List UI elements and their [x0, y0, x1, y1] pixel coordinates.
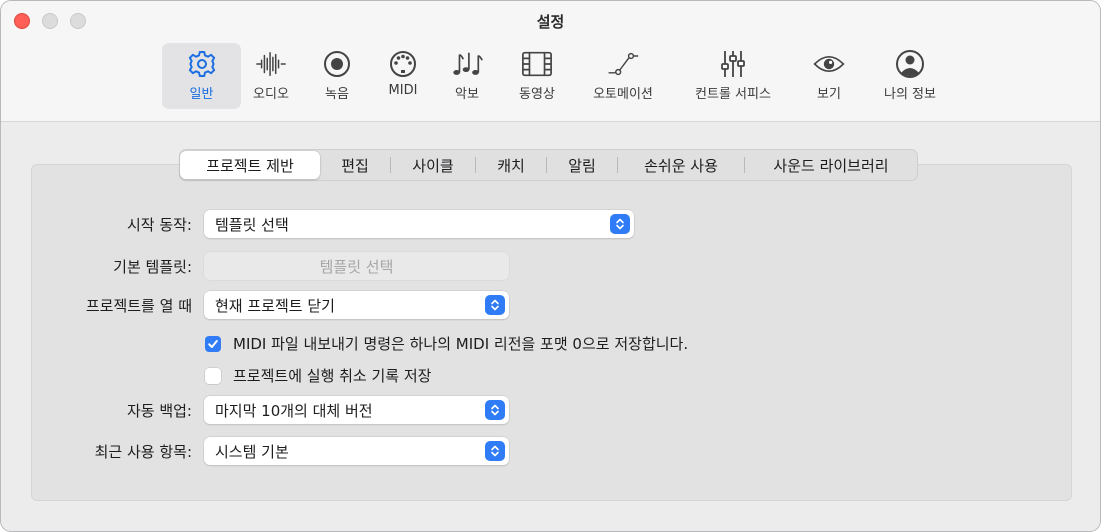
preferences-window: 설정 일반 오디오 녹음 MIDI 악보 동영상 오토메이션 컨트롤 서피스 보… [0, 0, 1101, 532]
popup-stepper-icon [485, 400, 505, 420]
record-icon [321, 49, 353, 79]
film-icon [521, 49, 553, 79]
recent-items-value: 시스템 기본 [215, 442, 289, 461]
tab-cycle[interactable]: 사이클 [391, 150, 475, 180]
toolbar-label-movie: 동영상 [519, 87, 555, 102]
person-icon [894, 49, 926, 79]
midi-export-label: MIDI 파일 내보내기 명령은 하나의 MIDI 리전을 포맷 0으로 저장합… [233, 335, 689, 353]
toolbar-item-general[interactable]: 일반 [162, 43, 241, 109]
toolbar-label-automation: 오토메이션 [593, 87, 653, 102]
startup-action-value: 템플릿 선택 [215, 215, 289, 234]
toolbar-item-automation[interactable]: 오토메이션 [583, 43, 663, 109]
toolbar-item-record[interactable]: 녹음 [307, 43, 367, 109]
startup-action-label: 시작 동작: [126, 216, 192, 234]
default-template-label: 기본 템플릿: [113, 258, 192, 276]
waveform-icon [255, 49, 287, 79]
save-undo-option[interactable]: 프로젝트에 실행 취소 기록 저장 [205, 365, 431, 386]
on-open-popup[interactable]: 현재 프로젝트 닫기 [204, 291, 509, 319]
tab-bar: 프로젝트 제반 편집 사이클 캐치 알림 손쉬운 사용 사운드 라이브러리 [179, 149, 918, 181]
tab-accessibility[interactable]: 손쉬운 사용 [618, 150, 744, 180]
recent-items-label: 최근 사용 항목: [94, 443, 192, 461]
window-title: 설정 [536, 13, 565, 31]
toolbar-label-my-info: 나의 정보 [884, 87, 936, 102]
toolbar-item-audio[interactable]: 오디오 [241, 43, 301, 109]
toolbar-label-audio: 오디오 [253, 87, 289, 102]
toolbar-item-view[interactable]: 보기 [799, 43, 859, 109]
toolbar-label-midi: MIDI [388, 83, 418, 98]
save-undo-label: 프로젝트에 실행 취소 기록 저장 [233, 367, 432, 385]
toolbar-label-record: 녹음 [325, 87, 349, 102]
midi-export-checkbox[interactable] [205, 335, 221, 352]
toolbar-item-my-info[interactable]: 나의 정보 [872, 43, 948, 109]
tab-catch[interactable]: 캐치 [476, 150, 546, 180]
auto-backup-value: 마지막 10개의 대체 버전 [215, 401, 373, 420]
tab-label: 사운드 라이브러리 [773, 156, 889, 175]
toolbar-label-control-surfaces: 컨트롤 서피스 [695, 87, 771, 102]
tab-editing[interactable]: 편집 [320, 150, 390, 180]
tab-label: 알림 [568, 156, 596, 175]
title-bar: 설정 일반 오디오 녹음 MIDI 악보 동영상 오토메이션 컨트롤 서피스 보… [1, 1, 1100, 122]
popup-stepper-icon [485, 441, 505, 461]
choose-template-button[interactable]: 템플릿 선택 [204, 252, 509, 280]
toolbar-label-score: 악보 [455, 87, 479, 102]
toolbar-item-movie[interactable]: 동영상 [505, 43, 569, 109]
automation-icon [607, 49, 639, 79]
recent-items-popup[interactable]: 시스템 기본 [204, 437, 509, 465]
tab-label: 프로젝트 제반 [206, 156, 294, 175]
music-notes-icon [451, 49, 483, 79]
tab-alerts[interactable]: 알림 [547, 150, 617, 180]
tab-project-handling[interactable]: 프로젝트 제반 [180, 151, 320, 179]
gear-icon [186, 49, 218, 79]
tab-label: 사이클 [412, 156, 454, 175]
auto-backup-popup[interactable]: 마지막 10개의 대체 버전 [204, 396, 509, 424]
popup-stepper-icon [610, 214, 630, 234]
tab-label: 손쉬운 사용 [644, 156, 718, 175]
popup-stepper-icon [485, 295, 505, 315]
tab-sound-library[interactable]: 사운드 라이브러리 [745, 150, 917, 180]
eye-icon [813, 49, 845, 79]
on-open-value: 현재 프로젝트 닫기 [215, 296, 335, 315]
save-undo-checkbox[interactable] [205, 367, 221, 384]
sliders-icon [717, 49, 749, 79]
toolbar-item-control-surfaces[interactable]: 컨트롤 서피스 [685, 43, 781, 109]
toolbar-item-midi[interactable]: MIDI [373, 43, 433, 109]
tab-label: 캐치 [497, 156, 525, 175]
startup-action-popup[interactable]: 템플릿 선택 [204, 210, 634, 238]
tab-label: 편집 [341, 156, 369, 175]
midi-icon [387, 49, 419, 79]
toolbar-label-view: 보기 [817, 87, 841, 102]
midi-export-option[interactable]: MIDI 파일 내보내기 명령은 하나의 MIDI 리전을 포맷 0으로 저장합… [205, 333, 688, 354]
on-open-label: 프로젝트를 열 때 [85, 297, 192, 315]
auto-backup-label: 자동 백업: [126, 402, 192, 420]
toolbar-label-general: 일반 [189, 87, 214, 102]
toolbar-item-score[interactable]: 악보 [437, 43, 497, 109]
